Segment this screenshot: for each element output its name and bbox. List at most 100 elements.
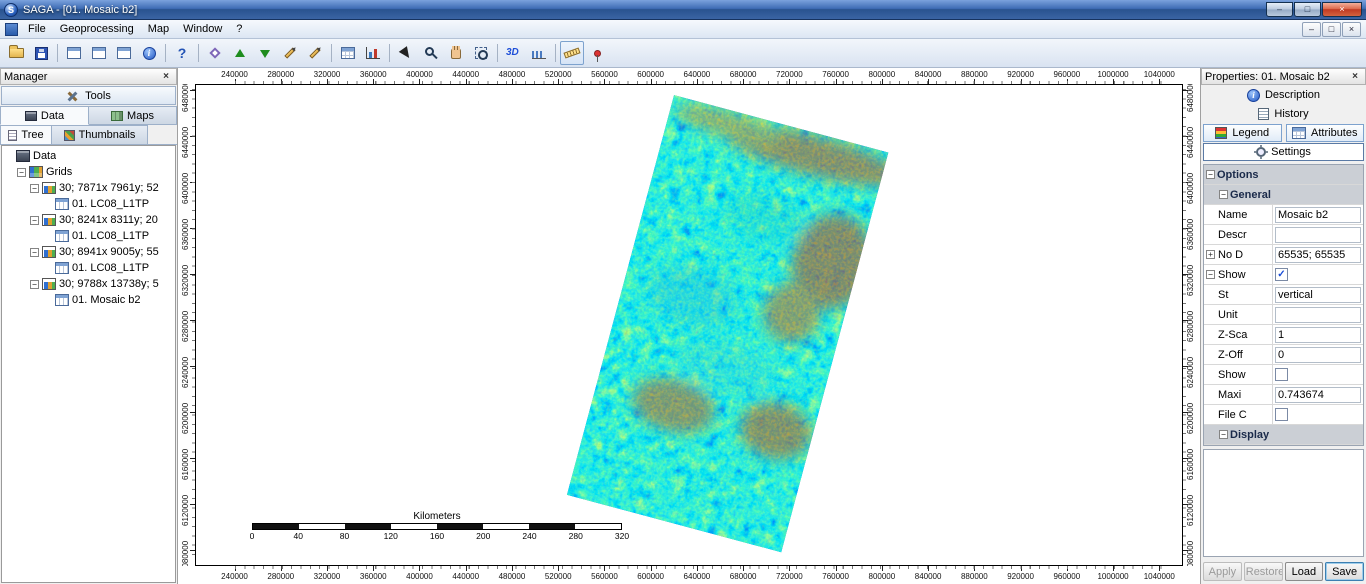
settings-row-z-sca[interactable]: Z-Sca1 — [1204, 325, 1363, 345]
row-collapse-icon[interactable]: − — [1206, 270, 1215, 279]
checkbox-show[interactable] — [1275, 368, 1288, 381]
window-maximize-button[interactable]: □ — [1294, 2, 1321, 17]
x-tick-label: 440000 — [452, 70, 479, 79]
help-button[interactable] — [170, 41, 194, 65]
save-button[interactable]: Save — [1325, 562, 1364, 581]
settings-row-descr[interactable]: Descr — [1204, 225, 1363, 245]
tree-collapse-icon[interactable]: − — [30, 280, 39, 289]
tree-item-01-lc08-l1tp[interactable]: 01. LC08_L1TP — [2, 228, 175, 244]
x-tick-label: 640000 — [684, 70, 711, 79]
settings-section-general[interactable]: −General — [1204, 185, 1363, 205]
export-data-button[interactable] — [253, 41, 277, 65]
settings-button[interactable]: Settings — [1203, 143, 1364, 161]
child-restore-button[interactable]: □ — [1322, 22, 1341, 37]
view-3d-button[interactable] — [502, 41, 526, 65]
tree-item-data[interactable]: Data — [2, 148, 175, 164]
show-table-button[interactable] — [336, 41, 360, 65]
map-canvas[interactable]: Kilometers 04080120160200240280320 — [195, 84, 1183, 566]
menu-help[interactable]: ? — [229, 21, 249, 37]
attributes-button[interactable]: Attributes — [1286, 124, 1365, 142]
description-button[interactable]: Description — [1203, 86, 1364, 104]
settings-row-name[interactable]: NameMosaic b2 — [1204, 205, 1363, 225]
show-description-button[interactable] — [137, 41, 161, 65]
value-name[interactable]: Mosaic b2 — [1275, 207, 1361, 223]
georeference-button[interactable] — [585, 41, 609, 65]
save-button[interactable] — [29, 41, 53, 65]
x-tick-mark — [743, 566, 744, 571]
menu-window[interactable]: Window — [176, 21, 229, 37]
value-maxi[interactable]: 0.743674 — [1275, 387, 1361, 403]
show-manager-button[interactable] — [62, 41, 86, 65]
window-close-button[interactable]: × — [1322, 2, 1362, 17]
child-minimize-button[interactable]: – — [1302, 22, 1321, 37]
load-button[interactable]: Load — [1285, 562, 1324, 581]
tree-item-01-lc08-l1tp[interactable]: 01. LC08_L1TP — [2, 260, 175, 276]
settings-row-st[interactable]: Stvertical — [1204, 285, 1363, 305]
tree-item-30-9788x-13738y-5[interactable]: −30; 9788x 13738y; 5 — [2, 276, 175, 292]
zoom-extent-button[interactable] — [469, 41, 493, 65]
tab-thumbnails[interactable]: Thumbnails — [52, 125, 148, 144]
histogram-button[interactable] — [527, 41, 551, 65]
settings-row-unit[interactable]: Unit — [1204, 305, 1363, 325]
restore-button[interactable]: Restore — [1244, 562, 1283, 581]
settings-row-file-c[interactable]: File C — [1204, 405, 1363, 425]
select-tool-button[interactable] — [394, 41, 418, 65]
settings-row-z-off[interactable]: Z-Off0 — [1204, 345, 1363, 365]
edit-attributes-button[interactable] — [303, 41, 327, 65]
tree-collapse-icon[interactable]: − — [30, 248, 39, 257]
settings-row-no-d[interactable]: +No D65535; 65535 — [1204, 245, 1363, 265]
value-z-sca[interactable]: 1 — [1275, 327, 1361, 343]
settings-section-options[interactable]: −Options — [1204, 165, 1363, 185]
tab-maps[interactable]: Maps — [89, 106, 177, 125]
row-expand-icon[interactable]: + — [1206, 250, 1215, 259]
tab-tree[interactable]: Tree — [0, 125, 52, 144]
child-close-button[interactable]: × — [1342, 22, 1361, 37]
tab-tools[interactable]: Tools — [1, 86, 176, 105]
raster-mosaic-b2[interactable] — [567, 95, 889, 552]
x-tick-label: 720000 — [776, 70, 803, 79]
menu-file[interactable]: File — [21, 21, 53, 37]
show-messages-button[interactable] — [112, 41, 136, 65]
menu-geoprocessing[interactable]: Geoprocessing — [53, 21, 141, 37]
value-no-d[interactable]: 65535; 65535 — [1275, 247, 1361, 263]
pan-tool-button[interactable] — [444, 41, 468, 65]
settings-section-display[interactable]: −Display — [1204, 425, 1363, 445]
checkbox-show[interactable]: ✓ — [1275, 268, 1288, 281]
tree-item-grids[interactable]: −Grids — [2, 164, 175, 180]
settings-row-show[interactable]: −Show✓ — [1204, 265, 1363, 285]
legend-button[interactable]: Legend — [1203, 124, 1282, 142]
section-collapse-icon[interactable]: − — [1219, 190, 1228, 199]
tree-collapse-icon[interactable]: − — [30, 216, 39, 225]
menu-map[interactable]: Map — [141, 21, 176, 37]
edit-shapes-button[interactable] — [278, 41, 302, 65]
settings-row-maxi[interactable]: Maxi0.743674 — [1204, 385, 1363, 405]
section-collapse-icon[interactable]: − — [1206, 170, 1215, 179]
new-map-button[interactable] — [203, 41, 227, 65]
import-data-button[interactable] — [228, 41, 252, 65]
settings-row-show[interactable]: Show — [1204, 365, 1363, 385]
open-file-button[interactable] — [4, 41, 28, 65]
tree-item-01-mosaic-b2[interactable]: 01. Mosaic b2 — [2, 292, 175, 308]
manager-close-icon[interactable]: × — [159, 70, 173, 83]
history-button[interactable]: History — [1203, 105, 1364, 123]
section-collapse-icon[interactable]: − — [1219, 430, 1228, 439]
measure-button[interactable] — [560, 41, 584, 65]
tab-data[interactable]: Data — [0, 106, 89, 125]
tree-item-01-lc08-l1tp[interactable]: 01. LC08_L1TP — [2, 196, 175, 212]
tree-item-30-8241x-8311y-20[interactable]: −30; 8241x 8311y; 20 — [2, 212, 175, 228]
tree-collapse-icon[interactable]: − — [17, 168, 26, 177]
show-diagram-button[interactable] — [361, 41, 385, 65]
show-object-properties-button[interactable] — [87, 41, 111, 65]
zoom-tool-button[interactable] — [419, 41, 443, 65]
window-minimize-button[interactable]: – — [1266, 2, 1293, 17]
value-descr[interactable] — [1275, 227, 1361, 243]
properties-close-icon[interactable]: × — [1348, 70, 1362, 83]
apply-button[interactable]: Apply — [1203, 562, 1242, 581]
tree-collapse-icon[interactable]: − — [30, 184, 39, 193]
value-st[interactable]: vertical — [1275, 287, 1361, 303]
value-z-off[interactable]: 0 — [1275, 347, 1361, 363]
checkbox-file-c[interactable] — [1275, 408, 1288, 421]
tree-item-30-7871x-7961y-52[interactable]: −30; 7871x 7961y; 52 — [2, 180, 175, 196]
value-unit[interactable] — [1275, 307, 1361, 323]
tree-item-30-8941x-9005y-55[interactable]: −30; 8941x 9005y; 55 — [2, 244, 175, 260]
